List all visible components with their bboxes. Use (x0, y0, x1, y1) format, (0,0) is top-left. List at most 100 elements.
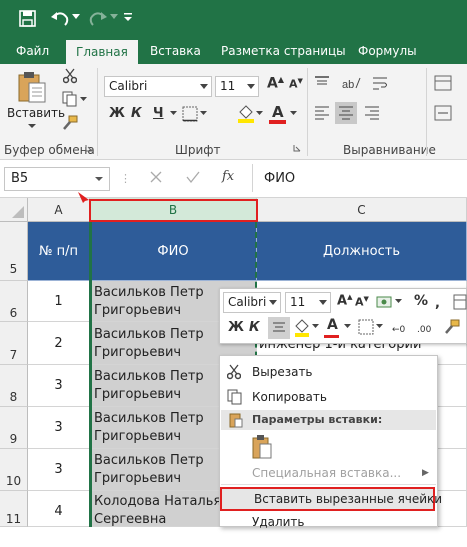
table-cell-num[interactable]: 3 (28, 449, 90, 491)
dialog-launcher-icon[interactable] (293, 144, 301, 152)
font-color-icon[interactable]: A (327, 317, 338, 333)
table-cell-num[interactable]: 2 (28, 322, 90, 365)
paste-icon[interactable] (251, 434, 273, 460)
scissors-icon (227, 364, 241, 380)
tab-home[interactable]: Главная (66, 40, 138, 64)
table-cell-num[interactable]: 3 (28, 407, 90, 449)
mini-bold-button[interactable]: Ж (228, 320, 244, 335)
column-header-c[interactable]: C (257, 198, 467, 222)
wrap-text-icon[interactable] (371, 74, 389, 92)
more-dots-icon: ⋮ (120, 172, 131, 185)
chevron-down-icon[interactable] (170, 111, 177, 116)
table-header-fio[interactable]: ФИО (90, 222, 257, 281)
number-format-icon[interactable] (434, 74, 452, 92)
menu-item-delete[interactable]: Удалить (220, 511, 437, 533)
row-header[interactable]: 7 (0, 322, 28, 365)
row-header[interactable]: 10 (0, 449, 28, 491)
svg-text:ab: ab (342, 79, 354, 91)
undo-icon[interactable] (50, 9, 70, 27)
underline-button[interactable]: Ч (153, 106, 164, 121)
percent-button[interactable]: % (414, 293, 428, 309)
paste-icon[interactable] (16, 70, 48, 104)
decrease-font-icon[interactable]: A▼ (355, 295, 369, 309)
align-center-icon[interactable] (335, 102, 357, 124)
save-icon[interactable] (19, 10, 36, 27)
row-header[interactable]: 11 (0, 491, 28, 527)
format-painter-icon[interactable] (62, 115, 78, 131)
tab-formulas[interactable]: Формулы (358, 38, 417, 64)
chevron-down-icon[interactable] (344, 324, 351, 329)
tab-insert[interactable]: Вставка (150, 38, 201, 64)
borders-icon[interactable] (358, 319, 374, 335)
customize-qat-icon[interactable] (123, 12, 133, 22)
enter-icon[interactable] (186, 170, 200, 184)
decrease-font-icon[interactable]: A▼ (289, 77, 303, 91)
chevron-down-icon[interactable] (395, 299, 402, 304)
scissors-icon[interactable] (63, 68, 77, 84)
increase-font-icon[interactable]: A▲ (337, 293, 352, 308)
copy-icon (227, 389, 243, 405)
table-cell-num[interactable]: 3 (28, 365, 90, 407)
chevron-down-icon[interactable] (28, 124, 36, 129)
chevron-down-icon[interactable] (72, 14, 80, 20)
row-header[interactable]: 5 (0, 222, 28, 281)
currency-format-icon[interactable] (375, 293, 393, 311)
fx-icon[interactable]: fx (222, 169, 234, 184)
chevron-down-icon[interactable] (256, 111, 263, 116)
font-name-combo[interactable]: Calibri (104, 76, 212, 97)
orientation-icon[interactable]: ab (340, 74, 362, 92)
decrease-decimal-icon[interactable]: .00 (417, 320, 437, 336)
align-right-icon[interactable] (363, 104, 381, 122)
row-header[interactable]: 8 (0, 365, 28, 407)
borders-icon[interactable] (182, 106, 198, 122)
fill-color-icon[interactable] (294, 319, 310, 337)
mini-italic-button[interactable]: К (249, 320, 260, 335)
menu-item-insert-cut-cells[interactable]: Вставить вырезанные ячейки (220, 487, 442, 511)
chevron-down-icon[interactable] (110, 14, 118, 20)
redo-icon[interactable] (88, 9, 108, 27)
mini-toolbar: Calibri 11 A▲ A▼ % , Ж К A ←0 .00 (219, 288, 467, 344)
paste-icon (229, 412, 243, 428)
mini-size-combo[interactable]: 11 (285, 292, 331, 313)
highlight-column-b (89, 199, 258, 222)
dialog-launcher-icon[interactable] (85, 144, 93, 152)
chevron-down-icon[interactable] (312, 324, 319, 329)
bold-button[interactable]: Ж (109, 106, 125, 121)
font-color-icon[interactable]: A (272, 103, 284, 121)
menu-item-copy[interactable]: Копировать (220, 386, 437, 408)
format-painter-icon[interactable] (444, 319, 460, 335)
increase-font-icon[interactable]: A▲ (267, 75, 284, 92)
name-box[interactable]: B5 (4, 167, 110, 191)
paste-button-label[interactable]: Вставить (7, 106, 65, 120)
mini-font-combo[interactable]: Calibri (223, 292, 281, 313)
menu-item-cut[interactable]: Вырезать (220, 361, 437, 383)
thousands-icon[interactable]: , (435, 293, 451, 311)
chevron-down-icon[interactable] (80, 97, 87, 102)
table-header-num[interactable]: № п/п (28, 222, 90, 281)
tab-file[interactable]: Файл (16, 38, 49, 64)
fill-color-icon[interactable] (237, 104, 255, 124)
table-cell-num[interactable]: 1 (28, 281, 90, 322)
tab-page-layout[interactable]: Разметка страницы (221, 38, 346, 64)
font-size-combo[interactable]: 11 (215, 76, 259, 97)
chevron-right-icon: ▶ (422, 468, 429, 478)
row-header[interactable]: 9 (0, 407, 28, 449)
cancel-icon[interactable] (150, 171, 162, 183)
increase-decimal-icon[interactable]: ←0 (392, 320, 412, 336)
select-all-corner[interactable] (0, 198, 28, 222)
number-format-icon[interactable] (453, 294, 467, 310)
align-left-icon[interactable] (313, 104, 331, 122)
merge-icon[interactable] (434, 104, 452, 122)
align-top-icon[interactable] (313, 74, 331, 92)
chevron-down-icon[interactable] (200, 111, 207, 116)
italic-button[interactable]: К (131, 106, 142, 121)
copy-icon[interactable] (62, 91, 78, 107)
formula-input[interactable]: ФИО (264, 171, 295, 186)
row-header[interactable]: 6 (0, 281, 28, 322)
chevron-down-icon[interactable] (290, 111, 297, 116)
table-header-position[interactable]: Должность (257, 222, 467, 281)
chevron-down-icon[interactable] (376, 324, 383, 329)
menu-item-paste-special[interactable]: Специальная вставка... ▶ (220, 462, 437, 484)
mini-align-center-icon[interactable] (268, 317, 290, 339)
table-cell-num[interactable]: 4 (28, 491, 90, 527)
